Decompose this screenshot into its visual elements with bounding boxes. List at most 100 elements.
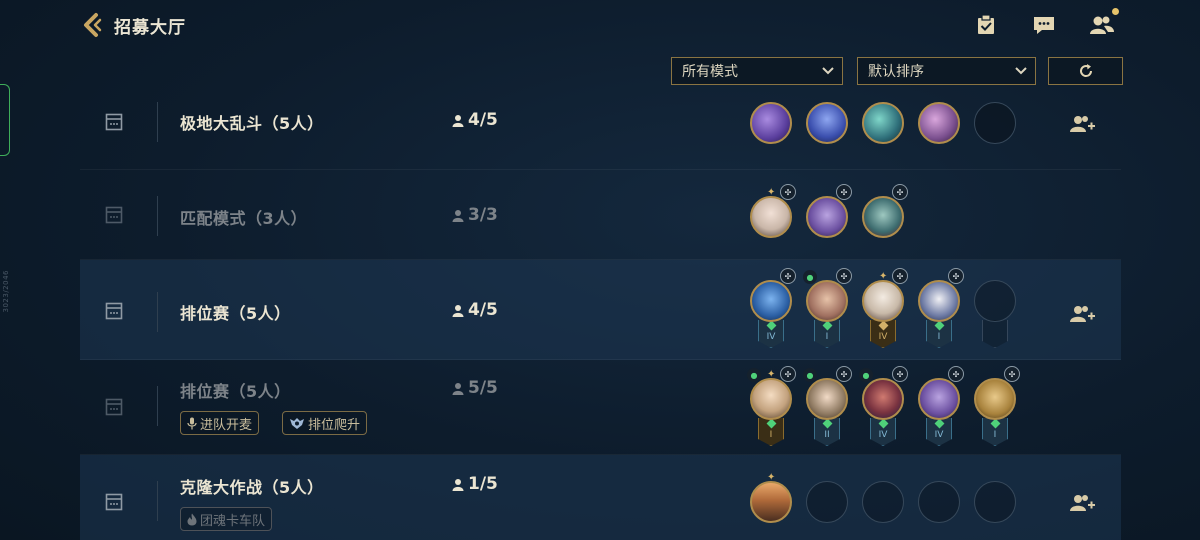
empty-avatar[interactable] bbox=[974, 102, 1016, 144]
friends-icon[interactable] bbox=[1089, 8, 1119, 38]
role-badge-icon: ✣ bbox=[1004, 366, 1020, 382]
rank-emblem: IV bbox=[870, 320, 896, 348]
avatar[interactable] bbox=[750, 196, 792, 238]
flame-icon bbox=[187, 513, 197, 525]
role-badge-icon: ✣ bbox=[836, 268, 852, 284]
add-friend-icon[interactable] bbox=[1070, 114, 1096, 134]
mic-icon: ● bbox=[747, 368, 761, 382]
member-count-value: 4/5 bbox=[468, 110, 498, 130]
rank-emblem-empty bbox=[982, 320, 1008, 348]
rank-emblem: IV bbox=[870, 418, 896, 446]
avatar[interactable] bbox=[806, 280, 848, 322]
chat-icon[interactable] bbox=[1031, 12, 1057, 38]
person-icon bbox=[452, 209, 464, 222]
room-chat-icon[interactable] bbox=[105, 302, 125, 322]
avatar[interactable] bbox=[862, 102, 904, 144]
room-chat-icon[interactable] bbox=[105, 113, 125, 133]
clipboard-check-icon[interactable] bbox=[973, 12, 999, 38]
rank-emblem: I bbox=[758, 418, 784, 446]
room-row[interactable]: 匹配模式（3人） 3/3 ✦ ✣ ✣ ✣ bbox=[80, 170, 1121, 260]
role-badge-icon: ✣ bbox=[892, 268, 908, 284]
role-badge-icon: ✣ bbox=[948, 366, 964, 382]
rank-emblem: I bbox=[982, 418, 1008, 446]
role-badge-icon: ✣ bbox=[892, 366, 908, 382]
empty-avatar[interactable] bbox=[862, 481, 904, 523]
mic-icon: ● bbox=[859, 368, 873, 382]
room-title: 匹配模式（3人） bbox=[180, 209, 308, 228]
member-count: 1/5 bbox=[452, 474, 498, 494]
rank-emblem: I bbox=[926, 320, 952, 348]
add-friend-icon[interactable] bbox=[1070, 304, 1096, 324]
room-row[interactable]: 克隆大作战（5人） 1/5 团魂卡车队 ✦ bbox=[80, 455, 1121, 540]
chevron-down-icon bbox=[822, 67, 834, 75]
back-arrow-icon bbox=[84, 13, 102, 37]
avatar[interactable] bbox=[862, 196, 904, 238]
microphone-icon bbox=[187, 417, 197, 429]
avatar[interactable] bbox=[750, 481, 792, 523]
chevron-down-icon bbox=[1015, 67, 1027, 75]
top-bar: 招募大厅 bbox=[0, 0, 1200, 50]
page-title: 招募大厅 bbox=[114, 18, 186, 38]
member-count-value: 1/5 bbox=[468, 474, 498, 494]
row-divider bbox=[157, 386, 158, 426]
avatar[interactable] bbox=[974, 378, 1016, 420]
role-badge-icon: ✣ bbox=[836, 366, 852, 382]
role-badge-icon: ✣ bbox=[780, 184, 796, 200]
room-title: 克隆大作战（5人） bbox=[180, 478, 324, 497]
avatar[interactable] bbox=[918, 378, 960, 420]
tag-label: 排位爬升 bbox=[308, 417, 361, 433]
empty-avatar[interactable] bbox=[974, 280, 1016, 322]
empty-avatar[interactable] bbox=[806, 481, 848, 523]
avatar[interactable] bbox=[806, 102, 848, 144]
tag-rank-climb: 排位爬升 bbox=[282, 411, 368, 435]
tag-mic: 进队开麦 bbox=[180, 411, 260, 435]
room-row[interactable]: 排位赛（5人） 4/5 IV ✣ I ● ✣ ✦ IV ✣ I ✣ bbox=[80, 260, 1121, 360]
rank-emblem: I bbox=[814, 320, 840, 348]
refresh-button[interactable] bbox=[1048, 57, 1123, 85]
avatar[interactable] bbox=[862, 280, 904, 322]
add-friend-icon[interactable] bbox=[1070, 493, 1096, 513]
room-chat-icon[interactable] bbox=[105, 493, 125, 513]
tag-team: 团魂卡车队 bbox=[180, 507, 273, 531]
row-divider bbox=[157, 102, 158, 142]
avatar[interactable] bbox=[750, 280, 792, 322]
room-row[interactable]: 排位赛（5人） 5/5 进队开麦 排位爬升 ✦ I ● ✣ II ● ✣ IV … bbox=[80, 360, 1121, 455]
room-row[interactable]: 极地大乱斗（5人） 4/5 bbox=[80, 100, 1121, 170]
mode-select-label: 所有模式 bbox=[682, 64, 738, 80]
side-panel-tab[interactable] bbox=[0, 84, 10, 156]
role-badge-icon: ✣ bbox=[780, 268, 796, 284]
empty-avatar[interactable] bbox=[974, 481, 1016, 523]
refresh-icon bbox=[1079, 64, 1092, 77]
member-count-value: 3/3 bbox=[468, 205, 498, 225]
row-divider bbox=[157, 292, 158, 332]
row-divider bbox=[157, 196, 158, 236]
room-chat-icon[interactable] bbox=[105, 398, 125, 418]
person-icon bbox=[452, 304, 464, 317]
back-button[interactable] bbox=[78, 10, 108, 40]
avatar[interactable] bbox=[750, 102, 792, 144]
tag-label: 团魂卡车队 bbox=[200, 513, 266, 529]
avatar[interactable] bbox=[862, 378, 904, 420]
sort-select[interactable]: 默认排序 bbox=[857, 57, 1036, 85]
avatar[interactable] bbox=[918, 102, 960, 144]
mic-icon: ● bbox=[803, 270, 817, 284]
avatar[interactable] bbox=[806, 378, 848, 420]
role-badge-icon: ✣ bbox=[780, 366, 796, 382]
avatar[interactable] bbox=[918, 280, 960, 322]
notification-dot bbox=[1112, 8, 1119, 15]
room-chat-icon[interactable] bbox=[105, 206, 125, 226]
mic-icon: ● bbox=[803, 368, 817, 382]
member-count-value: 4/5 bbox=[468, 300, 498, 320]
member-count: 4/5 bbox=[452, 300, 498, 320]
member-count: 5/5 bbox=[452, 378, 498, 398]
person-icon bbox=[452, 478, 464, 491]
room-title: 排位赛（5人） bbox=[180, 382, 291, 401]
empty-avatar[interactable] bbox=[918, 481, 960, 523]
member-count: 3/3 bbox=[452, 205, 498, 225]
mode-select[interactable]: 所有模式 bbox=[671, 57, 843, 85]
avatar[interactable] bbox=[750, 378, 792, 420]
avatar[interactable] bbox=[806, 196, 848, 238]
tag-label: 进队开麦 bbox=[200, 417, 253, 433]
side-label: 3023/2046 bbox=[2, 270, 10, 313]
role-badge-icon: ✣ bbox=[948, 268, 964, 284]
